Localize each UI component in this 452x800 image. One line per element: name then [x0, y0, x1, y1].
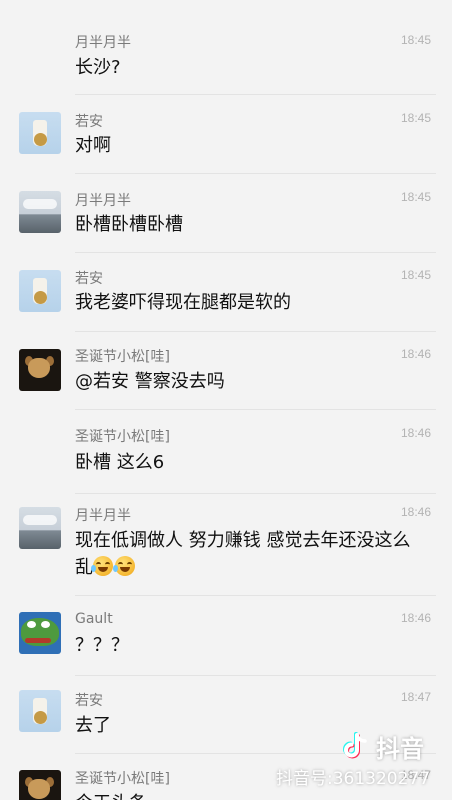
- frog-eye-icon: [27, 621, 36, 628]
- message-text: @若安 警察没去吗: [75, 371, 225, 392]
- sender-name: 若安: [75, 693, 103, 709]
- avatar[interactable]: [19, 112, 61, 154]
- frog-lip-icon: [25, 638, 51, 643]
- message-item[interactable]: 月半月半 18:46 现在低调做人 努力赚钱 感觉去年还没这么 乱: [0, 495, 452, 600]
- message-time: 18:46: [401, 505, 432, 519]
- sender-name: 圣诞节小松[哇]: [75, 771, 170, 787]
- douyin-watermark: 抖音 抖音号:361320277: [276, 726, 452, 800]
- separator: [75, 675, 436, 676]
- message-time: 18:45: [401, 33, 432, 47]
- sender-name: 月半月半: [75, 35, 131, 51]
- watermark-account-id: 抖音号:361320277: [276, 769, 431, 789]
- message-text: 对啊: [75, 135, 111, 156]
- message-text: ？？？: [75, 635, 129, 656]
- sender-name: 月半月半: [75, 193, 131, 209]
- message-text-line2: 乱: [75, 555, 427, 581]
- message-time: 18:45: [401, 268, 432, 282]
- separator: [75, 252, 436, 253]
- message-item[interactable]: 圣诞节小松[哇] 18:46 卧槽 这么6: [0, 416, 452, 498]
- dog-head-icon: [28, 779, 50, 799]
- chat-feed[interactable]: 月半月半 18:45 长沙? 若安 18:45 对啊 月半月半 18:45 卧槽…: [0, 0, 452, 800]
- message-text: 长沙?: [75, 57, 121, 78]
- message-time: 18:46: [401, 426, 432, 440]
- separator: [75, 493, 436, 494]
- message-time: 18:47: [401, 690, 432, 704]
- message-item[interactable]: 若安 18:45 我老婆吓得现在腿都是软的: [0, 258, 452, 338]
- sender-name: 若安: [75, 114, 103, 130]
- avatar[interactable]: [19, 270, 61, 312]
- message-time: 18:46: [401, 347, 432, 361]
- separator: [75, 595, 436, 596]
- separator: [75, 409, 436, 410]
- frog-eye-icon: [41, 621, 50, 628]
- ball-icon: [34, 133, 47, 146]
- dog-head-icon: [28, 358, 50, 378]
- tiktok-note-icon: [343, 732, 367, 759]
- sender-name: 圣诞节小松[哇]: [75, 349, 170, 365]
- cloud-icon: [23, 199, 57, 209]
- message-time: 18:45: [401, 111, 432, 125]
- separator: [75, 331, 436, 332]
- message-item[interactable]: 圣诞节小松[哇] 18:46 @若安 警察没去吗: [0, 337, 452, 417]
- avatar[interactable]: [19, 690, 61, 732]
- message-text: 现在低调做人 努力赚钱 感觉去年还没这么: [75, 530, 411, 551]
- message-item[interactable]: Gault 18:46 ？？？: [0, 600, 452, 680]
- message-text: 卧槽卧槽卧槽: [75, 214, 183, 235]
- sender-name: Gault: [75, 611, 113, 627]
- separator: [75, 94, 436, 95]
- message-item[interactable]: 月半月半 18:45 卧槽卧槽卧槽: [0, 179, 452, 259]
- avatar[interactable]: [19, 507, 61, 549]
- ball-icon: [34, 291, 47, 304]
- sender-name: 若安: [75, 271, 103, 287]
- laughing-crying-emoji-icon: [91, 556, 113, 576]
- message-item[interactable]: 若安 18:45 对啊: [0, 100, 452, 180]
- ball-icon: [34, 711, 47, 724]
- watermark-app-name: 抖音: [376, 735, 424, 763]
- message-time: 18:46: [401, 611, 432, 625]
- avatar[interactable]: [19, 770, 61, 800]
- cloud-icon: [23, 515, 57, 525]
- avatar[interactable]: [19, 349, 61, 391]
- avatar[interactable]: [19, 612, 61, 654]
- sender-name: 圣诞节小松[哇]: [75, 429, 170, 445]
- avatar[interactable]: [19, 191, 61, 233]
- message-item[interactable]: 月半月半 18:45 长沙?: [0, 0, 452, 100]
- laughing-crying-emoji-icon: [113, 556, 135, 576]
- message-text: 我老婆吓得现在腿都是软的: [75, 292, 291, 313]
- douyin-logo: 抖音: [340, 726, 450, 766]
- message-time: 18:45: [401, 190, 432, 204]
- sender-name: 月半月半: [75, 508, 131, 524]
- message-text: 卧槽 这么6: [75, 452, 165, 473]
- separator: [75, 173, 436, 174]
